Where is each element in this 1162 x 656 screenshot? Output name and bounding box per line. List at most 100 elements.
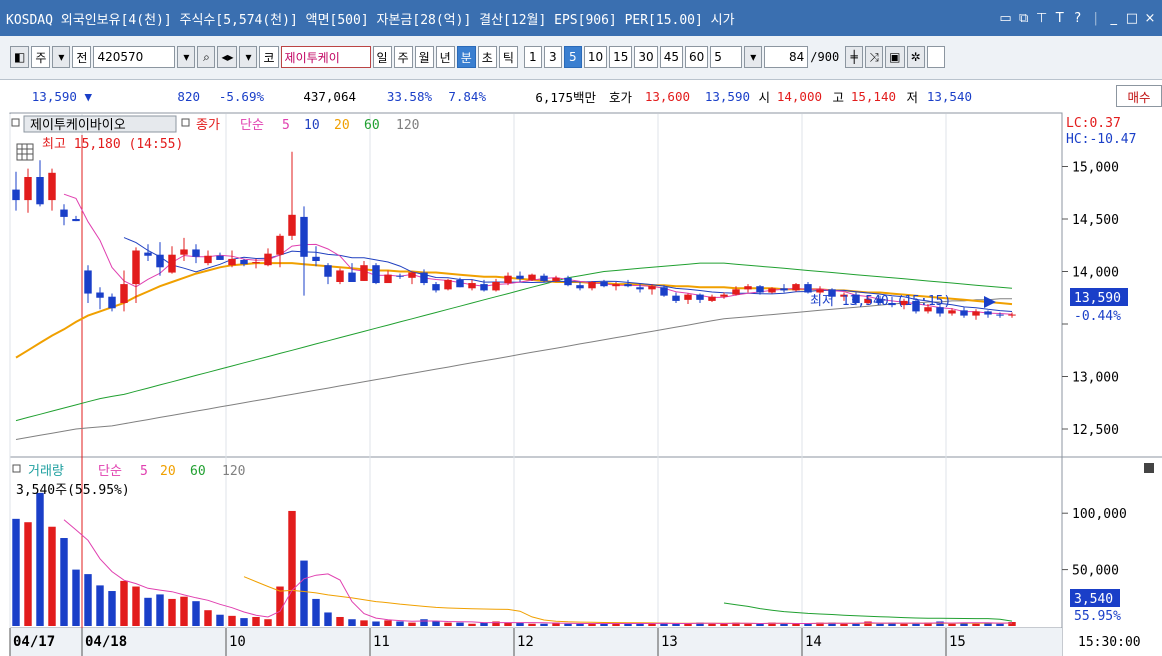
window-controls: ▭ ⧉ ⊤ T ? | _ □ × (999, 11, 1162, 26)
panel-handle-icon[interactable] (12, 464, 21, 473)
candle-body (276, 235, 284, 255)
candle-body (336, 270, 344, 282)
interval-45[interactable]: 45 (659, 46, 683, 68)
vol-ma20-legend: 20 (160, 464, 176, 479)
checkbox[interactable] (926, 46, 945, 68)
period-minute[interactable]: 분 (456, 46, 476, 68)
buy-button[interactable]: 매수 (1116, 85, 1162, 107)
volume-bar (708, 623, 716, 626)
help-icon[interactable]: ? (1072, 11, 1084, 26)
count-total: /900 (810, 50, 840, 64)
period-week[interactable]: 주 (393, 46, 413, 68)
candle-body (396, 275, 404, 277)
period-second[interactable]: 초 (477, 46, 497, 68)
candle-body (492, 282, 500, 291)
price-volume-chart[interactable]: 제이투케이바이오 종가 단순 5 10 20 60 120 최고 15,180 … (0, 110, 1162, 656)
interval-30[interactable]: 30 (634, 46, 658, 68)
chart-type-icon[interactable]: ╪ (845, 46, 864, 68)
interval-input[interactable]: 5 (710, 46, 743, 68)
maximize-icon[interactable]: □ (1126, 11, 1138, 26)
candle-body (732, 289, 740, 295)
candle-body (660, 287, 668, 296)
candle-body (768, 288, 776, 293)
candle-body (144, 252, 152, 256)
volume-bar (264, 619, 272, 626)
chevron-down-icon[interactable]: ▾ (52, 46, 71, 68)
market-select[interactable]: 주 (31, 46, 51, 68)
minimize-icon[interactable]: _ (1108, 11, 1120, 26)
volume-bar (720, 623, 728, 626)
candle-body (264, 253, 272, 266)
popout-icon[interactable]: ⧉ (1018, 11, 1030, 26)
volume-bar (132, 586, 140, 626)
volume-bar (936, 621, 944, 626)
volume-tick-label: 100,000 (1072, 507, 1127, 522)
open-price: 14,000 (776, 88, 822, 104)
candle-body (36, 177, 44, 205)
panel-handle-icon[interactable] (181, 118, 190, 127)
volume-bar (240, 618, 248, 626)
chevron-down-icon[interactable]: ▾ (744, 46, 763, 68)
interval-60[interactable]: 60 (684, 46, 709, 68)
candle-body (300, 216, 308, 257)
chart-area[interactable]: 제이투케이바이오 종가 단순 5 10 20 60 120 최고 15,180 … (0, 110, 1162, 656)
search-icon[interactable]: ⌕ (197, 46, 216, 68)
interval-1[interactable]: 1 (523, 46, 542, 68)
count-input[interactable]: 84 (764, 46, 809, 68)
draw-tool-icon[interactable]: ⤨ (865, 46, 884, 68)
interval-10[interactable]: 10 (583, 46, 608, 68)
code-label-button[interactable]: 코 (259, 46, 279, 68)
panel-handle-icon[interactable] (11, 118, 20, 127)
interval-15[interactable]: 15 (609, 46, 633, 68)
all-button[interactable]: 전 (72, 46, 92, 68)
table-icon[interactable] (16, 143, 34, 161)
hoga-label: 호가 (608, 89, 632, 105)
period-tick[interactable]: 틱 (498, 46, 518, 68)
price-tick-label: 12,500 (1072, 423, 1119, 438)
volume-bar (456, 622, 464, 626)
stock-name[interactable]: 제이투케이 (280, 46, 371, 68)
current-volume-label: 3,540 (1074, 592, 1113, 607)
candle-body (636, 287, 644, 290)
volume-bar (948, 623, 956, 626)
layout-icon[interactable]: ◧ (10, 46, 30, 68)
x-tick-label: 11 (373, 634, 390, 650)
volume-bar (252, 616, 260, 626)
toolbar-row: ◧ 주 ▾ 전 420570 ▾ ⌕ ◂▸ ▾ 코 제이투케이 일 주 월 년 … (10, 46, 945, 68)
code-input[interactable]: 420570 (93, 46, 176, 68)
close-icon[interactable]: × (1144, 11, 1156, 26)
volume-bar (96, 585, 104, 626)
chevron-down-icon[interactable]: ▾ (239, 46, 258, 68)
high-price: 15,140 (850, 88, 896, 104)
chevron-down-icon[interactable]: ▾ (177, 46, 196, 68)
volume-bar (528, 623, 536, 626)
volume-bar (900, 623, 908, 626)
ask-price: 13,600 (644, 88, 690, 104)
candle-body (564, 277, 572, 286)
candle-body (780, 288, 788, 291)
candle-body (240, 259, 248, 265)
volume-bar (444, 622, 452, 626)
hc-label: HC:-10.47 (1066, 132, 1136, 147)
candle-body (72, 219, 80, 222)
save-icon[interactable]: ▣ (885, 46, 905, 68)
interval-5[interactable]: 5 (563, 46, 582, 68)
period-month[interactable]: 월 (414, 46, 434, 68)
period-day[interactable]: 일 (372, 46, 392, 68)
interval-3[interactable]: 3 (543, 46, 562, 68)
volume-bar (312, 598, 320, 626)
gear-icon[interactable]: ✲ (906, 46, 925, 68)
candle-body (600, 282, 608, 287)
panel-close-icon[interactable] (1144, 463, 1154, 473)
candle-body (672, 295, 680, 301)
x-axis-bar (10, 628, 1062, 656)
volume-bar (156, 594, 164, 626)
title-bar: KOSDAQ 외국인보유[4(천)] 주식수[5,574(천)] 액면[500]… (0, 0, 1162, 36)
pin-icon[interactable]: ⊤ (1036, 11, 1048, 26)
period-year[interactable]: 년 (435, 46, 455, 68)
volume-bar (996, 623, 1004, 626)
history-icon[interactable]: ◂▸ (217, 46, 238, 68)
candle-body (216, 255, 224, 260)
restore-icon[interactable]: ▭ (999, 11, 1011, 26)
font-icon[interactable]: T (1054, 11, 1066, 26)
